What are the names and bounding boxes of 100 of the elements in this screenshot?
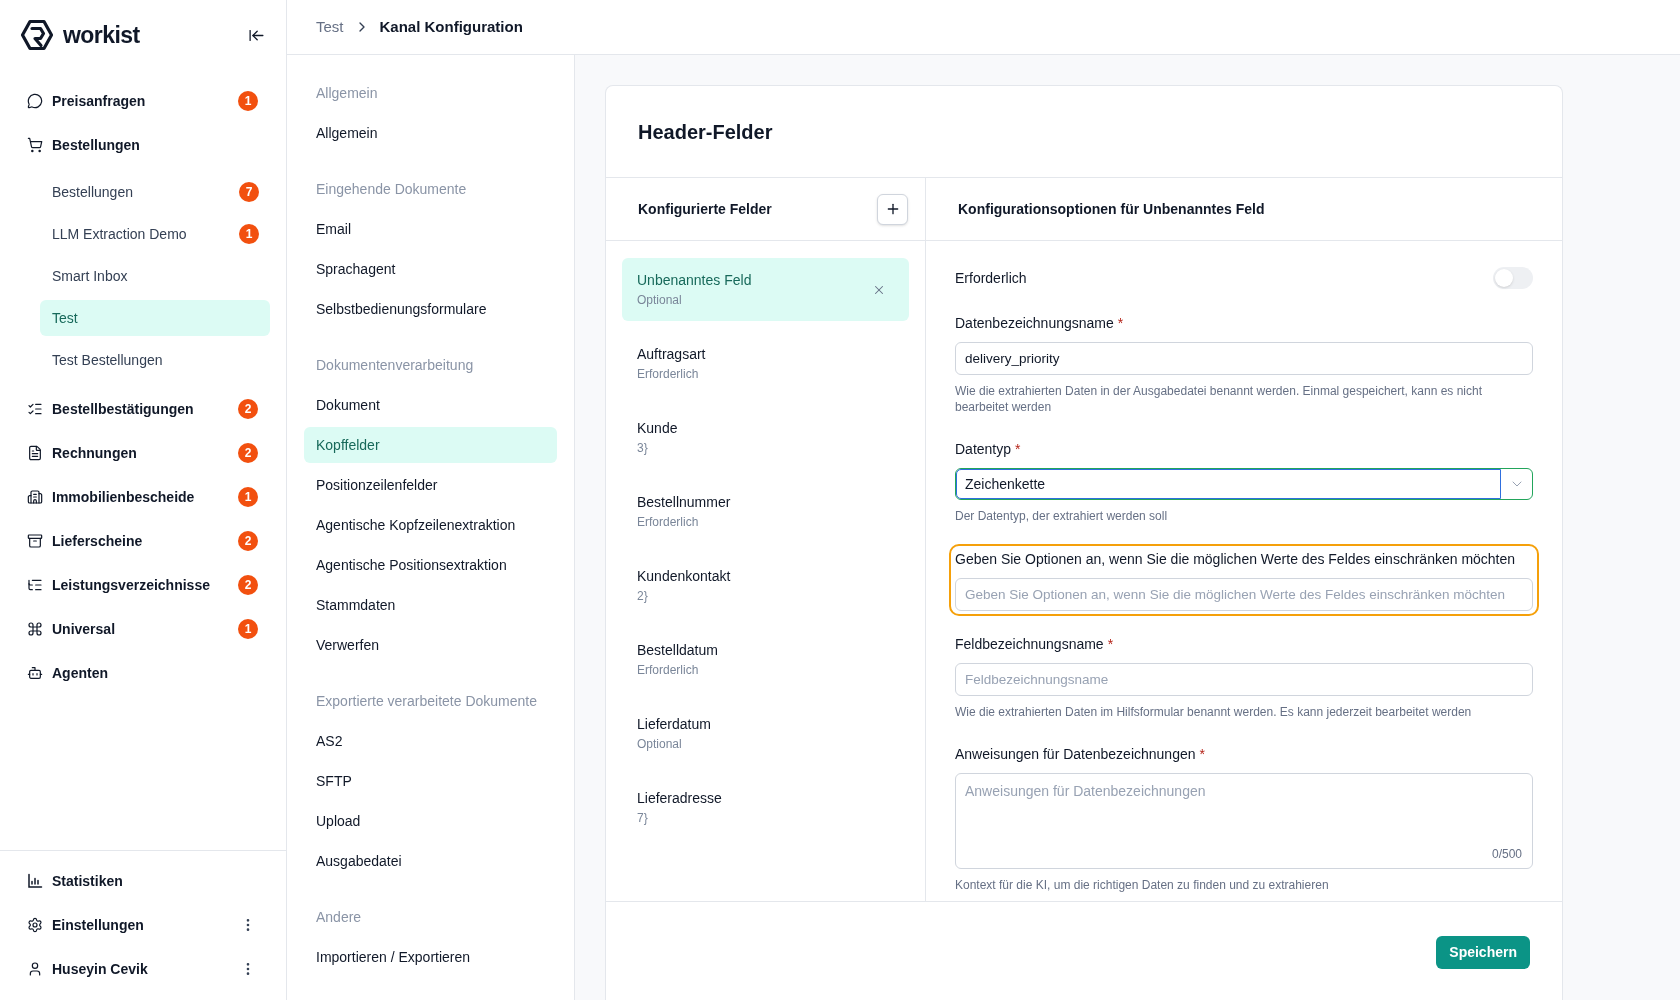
section-heading: Eingehende Dokumente: [315, 179, 468, 199]
required-marker: *: [1015, 441, 1021, 457]
settings-nav-item[interactable]: Upload: [304, 803, 557, 839]
nav-item[interactable]: Lieferscheine 2: [17, 523, 269, 559]
settings-nav-item[interactable]: Sprachagent: [304, 251, 557, 287]
nav-subitem[interactable]: Bestellungen 7: [40, 174, 270, 210]
save-button[interactable]: Speichern: [1436, 936, 1530, 969]
nav-subitem[interactable]: LLM Extraction Demo 1: [40, 216, 270, 252]
unread-count: 1: [238, 487, 258, 507]
unread-count: 2: [238, 531, 258, 551]
bar-chart-icon: [27, 873, 43, 889]
field-name: Bestelldatum: [637, 641, 718, 659]
unread-count: 2: [238, 443, 258, 463]
command-icon: [27, 621, 43, 637]
nav-subitem[interactable]: Test: [40, 300, 270, 336]
add-field-button[interactable]: [877, 193, 908, 225]
field-status: Erforderlich: [637, 366, 700, 382]
settings-nav-item[interactable]: Selbstbedienungsformulare: [304, 291, 557, 327]
field-name: Lieferadresse: [637, 789, 722, 807]
cart-icon: [27, 137, 43, 153]
field-list-item[interactable]: Kunde 3}: [622, 406, 909, 469]
settings-nav-item[interactable]: Ausgabedatei: [304, 843, 557, 879]
section-heading: Andere: [315, 907, 363, 927]
nav-item[interactable]: Bestellungen: [17, 127, 269, 163]
section-heading: Exportierte verarbeitete Dokumente: [315, 691, 538, 711]
select-field[interactable]: Zeichenkette: [955, 468, 1533, 500]
field-status: 2}: [637, 588, 649, 604]
settings-nav-item[interactable]: SFTP: [304, 763, 557, 799]
buildings-icon: [27, 489, 43, 505]
checklist-icon: [27, 401, 43, 417]
logo-icon: [20, 18, 54, 52]
field-list-item[interactable]: Bestellnummer Erforderlich: [622, 480, 909, 543]
nav-item[interactable]: Leistungsverzeichnisse 2: [17, 567, 269, 603]
settings-nav-item[interactable]: AS2: [304, 723, 557, 759]
section-heading: Dokumentenverarbeitung: [315, 355, 475, 375]
field-status: Erforderlich: [637, 514, 700, 530]
settings-nav-item[interactable]: Allgemein: [304, 115, 557, 151]
settings-nav-item[interactable]: Importieren / Exportieren: [304, 939, 557, 975]
help-text: Wie die extrahierten Daten im Hilfsformular benannt werden. Es kann jederzeit bearbeitet werden: [955, 704, 1473, 720]
field-label: Erforderlich: [955, 268, 1027, 288]
speech-bubble-icon: [27, 93, 43, 109]
required-marker: *: [1107, 636, 1114, 652]
field-label: Anweisungen für Datenbezeichnungen: [955, 746, 1196, 762]
unread-count: 1: [239, 224, 259, 244]
settings-nav-item[interactable]: Verwerfen: [304, 627, 557, 663]
section-heading: Allgemein: [315, 83, 379, 103]
field-list-item[interactable]: Lieferdatum Optional: [622, 702, 909, 765]
nav-subitem[interactable]: Smart Inbox: [40, 258, 270, 294]
field-name: Kundenkontakt: [637, 567, 731, 585]
text-input[interactable]: Geben Sie Optionen an, wenn Sie die möglichen Werte des Feldes einschränken möchten: [955, 578, 1533, 611]
user-icon: [27, 961, 43, 977]
settings-nav-item[interactable]: Positionzeilenfelder: [304, 467, 557, 503]
breadcrumb-link[interactable]: Test: [316, 15, 344, 39]
settings-nav-item[interactable]: Kopffelder: [304, 427, 557, 463]
nav-item[interactable]: Statistiken: [17, 863, 269, 899]
unread-count: 7: [239, 182, 259, 202]
field-list-item[interactable]: Unbenanntes Feld Optional: [622, 258, 909, 321]
text-input[interactable]: delivery_priority: [955, 342, 1533, 375]
settings-nav-item[interactable]: Agentische Positionsextraktion: [304, 547, 557, 583]
toggle-switch[interactable]: [1493, 267, 1533, 289]
nav-item[interactable]: Immobilienbescheide 1: [17, 479, 269, 515]
text-input[interactable]: Feldbezeichnungsname: [955, 663, 1533, 696]
page-title: Kanal Konfiguration: [379, 16, 523, 37]
nav-item[interactable]: Preisanfragen 1: [17, 83, 269, 119]
nav-item[interactable]: Rechnungen 2: [17, 435, 269, 471]
unread-count: 2: [238, 399, 258, 419]
nav-item[interactable]: Huseyin Cevik: [17, 951, 240, 987]
field-label: Datentyp: [955, 441, 1012, 457]
field-list-item[interactable]: Bestelldatum Erforderlich: [622, 628, 909, 691]
settings-nav-item[interactable]: Email: [304, 211, 557, 247]
field-label: Geben Sie Optionen an, wenn Sie die möglichen Werte des Feldes einschränken möchten: [955, 551, 1516, 567]
field-status: Erforderlich: [637, 662, 700, 678]
field-list-item[interactable]: Lieferadresse 7}: [622, 776, 909, 839]
help-text: Kontext für die KI, um die richtigen Daten zu finden und zu extrahieren: [955, 877, 1330, 893]
panel-title: Konfigurierte Felder: [638, 199, 772, 219]
character-count: 0/500: [1491, 846, 1522, 863]
field-status: Optional: [637, 292, 683, 308]
nav-item[interactable]: Universal 1: [17, 611, 269, 647]
field-status: 3}: [637, 440, 649, 456]
help-text: Wie die extrahierten Daten in der Ausgabedatei benannt werden. Einmal gespeichert, kann es nicht bearbeitet werden: [955, 383, 1483, 415]
field-name: Unbenanntes Feld: [637, 271, 752, 289]
list-tree-icon: [27, 577, 43, 593]
field-name: Kunde: [637, 419, 678, 437]
nav-item[interactable]: Einstellungen: [17, 907, 240, 943]
settings-nav-item[interactable]: Dokument: [304, 387, 557, 423]
field-status: 7}: [637, 810, 649, 826]
nav-item[interactable]: Agenten: [17, 655, 269, 691]
field-list-item[interactable]: Kundenkontakt 2}: [622, 554, 909, 617]
archive-box-icon: [27, 533, 43, 549]
field-name: Lieferdatum: [637, 715, 711, 733]
field-label: Feldbezeichnungsname: [955, 636, 1104, 652]
unread-count: 2: [238, 575, 258, 595]
settings-nav-item[interactable]: Stammdaten: [304, 587, 557, 623]
required-marker: *: [1199, 746, 1205, 762]
panel-title: Konfigurationsoptionen für Unbenanntes Feld: [958, 199, 1265, 219]
field-list-item[interactable]: Auftragsart Erforderlich: [622, 332, 909, 395]
settings-nav-item[interactable]: Agentische Kopfzeilenextraktion: [304, 507, 557, 543]
card-title: Header-Felder: [638, 119, 773, 145]
nav-subitem[interactable]: Test Bestellungen: [40, 342, 270, 378]
nav-item[interactable]: Bestellbestätigungen 2: [17, 391, 269, 427]
